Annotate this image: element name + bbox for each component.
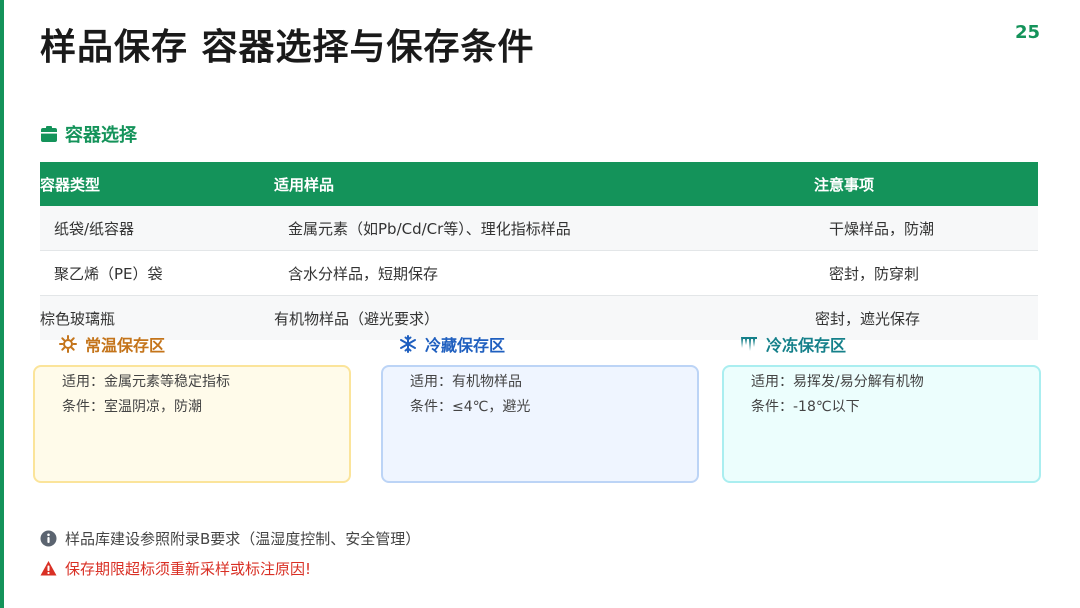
- zone-title-label: 常温保存区: [85, 336, 166, 355]
- frozen-zone-card: 适用：易挥发/易分解有机物 条件：-18℃以下: [722, 365, 1041, 483]
- table-cell: 金属元素（如Pb/Cd/Cr等）、理化指标样品: [288, 219, 571, 238]
- warning-note: 保存期限超标须重新采样或标注原因!: [40, 558, 311, 579]
- table-header: 容器类型 适用样品 注意事项: [40, 162, 1038, 206]
- info-note: 样品库建设参照附录B要求（温湿度控制、安全管理）: [40, 528, 420, 549]
- section-heading: 容器选择: [40, 121, 137, 147]
- warning-note-text: 保存期限超标须重新采样或标注原因!: [65, 560, 312, 578]
- container-table: 容器类型 适用样品 注意事项 纸袋/纸容器 金属元素（如Pb/Cd/Cr等）、理…: [40, 162, 1038, 340]
- table-cell: 有机物样品（避光要求）: [274, 309, 440, 328]
- card-applicable-text: 适用：易挥发/易分解有机物: [751, 374, 924, 390]
- card-applicable-text: 适用：有机物样品: [410, 374, 522, 390]
- info-note-text: 样品库建设参照附录B要求（温湿度控制、安全管理）: [65, 530, 421, 548]
- room-temp-zone-title: 常温保存区: [59, 332, 165, 356]
- info-icon: [40, 530, 57, 547]
- card-condition-text: 条件：≤4℃，避光: [410, 399, 531, 415]
- accent-bar: [0, 0, 4, 608]
- table-row: 棕色玻璃瓶 有机物样品（避光要求） 密封，遮光保存: [40, 296, 1038, 340]
- page-number: 25: [1014, 22, 1040, 43]
- refrigerated-zone-card: 适用：有机物样品 条件：≤4℃，避光: [381, 365, 699, 483]
- box-icon: [41, 126, 57, 142]
- table-cell: 含水分样品，短期保存: [288, 264, 439, 283]
- zone-title-label: 冷冻保存区: [766, 336, 847, 355]
- room-temp-zone-card: 适用：金属元素等稳定指标 条件：室温阴凉，防潮: [33, 365, 351, 483]
- zone-title-label: 冷藏保存区: [425, 336, 506, 355]
- card-applicable-text: 适用：金属元素等稳定指标: [62, 374, 230, 390]
- snowflake-icon: [400, 335, 416, 353]
- table-cell: 纸袋/纸容器: [54, 219, 135, 238]
- card-condition-text: 条件：-18℃以下: [751, 399, 860, 415]
- table-row: 纸袋/纸容器 金属元素（如Pb/Cd/Cr等）、理化指标样品 干燥样品，防潮: [40, 206, 1038, 251]
- page-title: 样品保存 容器选择与保存条件: [40, 27, 535, 68]
- table-cell: 聚乙烯（PE）袋: [54, 264, 163, 283]
- header-notes: 注意事项: [814, 175, 875, 194]
- table-cell: 棕色玻璃瓶: [40, 309, 116, 328]
- card-condition-text: 条件：室温阴凉，防潮: [62, 399, 202, 415]
- warning-icon: [40, 561, 57, 576]
- icicles-icon: [741, 337, 757, 351]
- refrigerated-zone-title: 冷藏保存区: [399, 332, 505, 356]
- header-applicable-samples: 适用样品: [274, 175, 335, 194]
- section-heading-label: 容器选择: [65, 125, 137, 146]
- table-cell: 干燥样品，防潮: [829, 219, 935, 238]
- header-container-type: 容器类型: [40, 175, 101, 194]
- table-cell: 密封，遮光保存: [815, 309, 921, 328]
- table-row: 聚乙烯（PE）袋 含水分样品，短期保存 密封，防穿刺: [40, 251, 1038, 296]
- table-cell: 密封，防穿刺: [829, 264, 920, 283]
- frozen-zone-title: 冷冻保存区: [740, 332, 846, 356]
- sun-icon: [59, 335, 77, 353]
